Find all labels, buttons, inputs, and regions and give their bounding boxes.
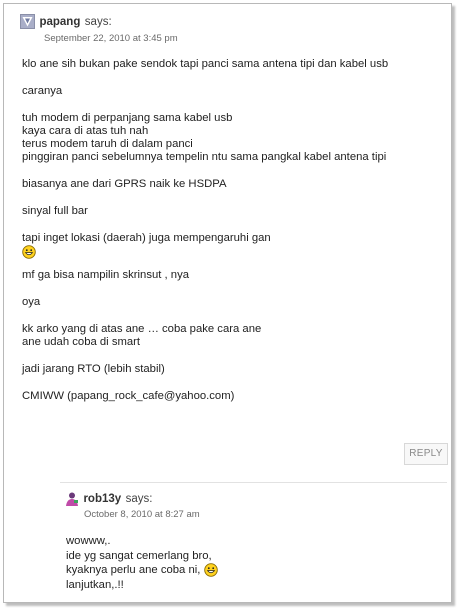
comment-line-text: kyaknya perlu ane coba ni, (66, 564, 201, 576)
comment-line: wowww,. (66, 535, 111, 547)
reply-comment-body: wowww,. ide yg sangat cemerlang bro, kya… (66, 534, 218, 592)
comment-header: papang says: (20, 13, 112, 31)
comment-paragraph: sinyal full bar (22, 205, 88, 217)
avatar-icon (64, 491, 79, 507)
comment-paragraph: biasanya ane dari GPRS naik ke HSDPA (22, 178, 227, 190)
comment-paragraph: klo ane sih bukan pake sendok tapi panci… (22, 58, 389, 70)
says-label: says: (125, 492, 153, 505)
emoticon-line (22, 245, 447, 259)
comment-paragraph: mf ga bisa nampilin skrinsut , nya (22, 269, 190, 281)
reply-button[interactable]: REPLY (404, 443, 448, 465)
comment-paragraph: oya (22, 296, 41, 308)
comment-paragraph: tuh modem di perpanjang sama kabel usb k… (22, 112, 387, 163)
comment-thread: papang says: September 22, 2010 at 3:45 … (3, 3, 452, 603)
avatar-icon (20, 14, 35, 30)
comment-paragraph: kk arko yang di atas ane … coba pake car… (22, 323, 262, 348)
divider (60, 482, 447, 483)
comment-paragraph: CMIWW (papang_rock_cafe@yahoo.com) (22, 390, 235, 402)
comment-body: klo ane sih bukan pake sendok tapi panci… (22, 58, 447, 403)
reply-comment-header: rob13y says: (64, 490, 152, 508)
says-label: says: (84, 15, 112, 28)
comment-line: ide yg sangat cemerlang bro, (66, 549, 212, 562)
comment-author-link[interactable]: rob13y (83, 493, 121, 505)
grin-smiley-icon (203, 563, 218, 577)
comment-line-with-emoticon: kyaknya perlu ane coba ni, (66, 563, 218, 578)
comment-paragraph: tapi inget lokasi (daerah) juga mempenga… (22, 232, 271, 244)
comment-date-link[interactable]: September 22, 2010 at 3:45 pm (44, 33, 178, 44)
comment-paragraph: jadi jarang RTO (lebih stabil) (22, 363, 165, 375)
comment-author-link[interactable]: papang (39, 16, 80, 28)
comment-line: lanjutkan,.!! (66, 578, 124, 591)
comment-date-link[interactable]: October 8, 2010 at 8:27 am (84, 509, 200, 520)
comment-paragraph: caranya (22, 85, 63, 97)
grin-smiley-icon (22, 245, 36, 259)
